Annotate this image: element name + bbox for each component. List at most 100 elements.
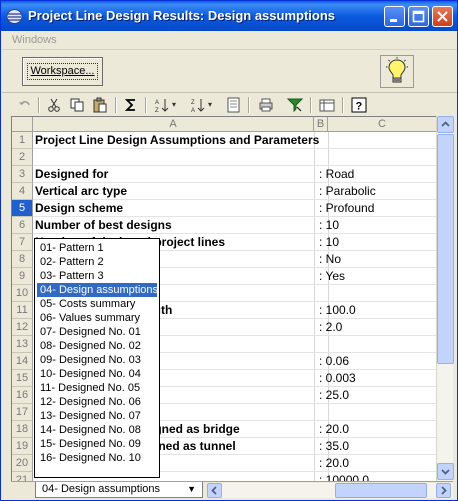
column-header-a[interactable]: A xyxy=(33,117,314,132)
cell-parameter-value[interactable]: : 2.0 xyxy=(319,319,342,336)
horizontal-scroll-thumb[interactable] xyxy=(335,483,427,498)
cell-parameter-value[interactable]: : Parabolic xyxy=(319,183,376,200)
dropdown-option[interactable]: 10- Designed No. 04 xyxy=(37,367,157,381)
cell-parameter-value[interactable]: : Yes xyxy=(319,268,345,285)
app-icon[interactable] xyxy=(6,8,23,25)
cell-parameter-value[interactable]: : 100.0 xyxy=(319,302,356,319)
sheet-dropdown-list[interactable]: 01- Pattern 1 02- Pattern 2 03- Pattern 30… xyxy=(34,238,160,478)
dropdown-option[interactable]: 16- Designed No. 10 xyxy=(37,451,157,465)
copy-icon[interactable] xyxy=(69,97,85,113)
row-header[interactable]: 4 xyxy=(12,183,33,200)
dropdown-option[interactable]: 15- Designed No. 09 xyxy=(37,437,157,451)
filter-icon[interactable] xyxy=(287,97,303,113)
row-header[interactable]: 7 xyxy=(12,234,33,251)
print-icon[interactable] xyxy=(258,97,274,113)
sum-icon[interactable] xyxy=(123,97,139,113)
row-header[interactable]: 17 xyxy=(12,404,33,421)
undo-icon[interactable] xyxy=(17,97,33,113)
row-header[interactable]: 11 xyxy=(12,302,33,319)
row-header[interactable]: 18 xyxy=(12,421,33,438)
row-header[interactable]: 16 xyxy=(12,387,33,404)
scroll-right-button[interactable] xyxy=(436,483,451,498)
row-header[interactable]: 3 xyxy=(12,166,33,183)
paste-icon[interactable] xyxy=(92,97,108,113)
row-header[interactable]: 5 xyxy=(12,200,33,217)
dropdown-option[interactable]: 13- Designed No. 07 xyxy=(37,409,157,423)
row-header[interactable]: 21 xyxy=(12,472,33,481)
minimize-button[interactable] xyxy=(384,6,405,27)
dropdown-option[interactable]: 01- Pattern 1 xyxy=(37,241,157,255)
dropdown-option[interactable]: 05- Costs summary xyxy=(37,297,157,311)
dropdown-option[interactable]: 09- Designed No. 03 xyxy=(37,353,157,367)
cell-parameter-name[interactable]: Project Line Design Assumptions and Para… xyxy=(35,132,319,149)
dropdown-option[interactable]: 03- Pattern 3 xyxy=(37,269,157,283)
help-icon[interactable]: ? xyxy=(351,97,367,113)
table-row[interactable]: Project Line Design Assumptions and Para… xyxy=(33,132,436,149)
workspace-button[interactable]: Workspace... xyxy=(22,57,103,86)
cell-parameter-name[interactable]: Vertical arc type xyxy=(35,183,127,200)
row-header[interactable]: 13 xyxy=(12,336,33,353)
cut-icon[interactable] xyxy=(46,97,62,113)
table-row[interactable] xyxy=(33,149,436,166)
row-header[interactable]: 6 xyxy=(12,217,33,234)
table-row[interactable]: Designed for : Road xyxy=(33,166,436,183)
dropdown-option[interactable]: 02- Pattern 2 xyxy=(37,255,157,269)
cell-parameter-value[interactable]: : No xyxy=(319,251,341,268)
close-icon xyxy=(437,11,448,22)
cell-parameter-value[interactable]: : 25.0 xyxy=(319,387,349,404)
table-row[interactable]: Number of best designs : 10 xyxy=(33,217,436,234)
row-header[interactable]: 8 xyxy=(12,251,33,268)
sheet-selector-tab[interactable]: 04- Design assumptions ▼ xyxy=(35,482,203,498)
sort-descending-icon[interactable]: ZA xyxy=(190,97,206,113)
close-button[interactable] xyxy=(432,6,453,27)
horizontal-scrollbar[interactable] xyxy=(207,483,453,498)
dropdown-option[interactable]: 14- Designed No. 08 xyxy=(37,423,157,437)
maximize-button[interactable] xyxy=(408,6,429,27)
cell-parameter-value[interactable]: : Profound xyxy=(319,200,374,217)
dropdown-option[interactable]: 07- Designed No. 01 xyxy=(37,325,157,339)
dropdown-option[interactable]: 12- Designed No. 06 xyxy=(37,395,157,409)
row-header[interactable]: 10 xyxy=(12,285,33,302)
row-header[interactable]: 20 xyxy=(12,455,33,472)
row-header[interactable]: 19 xyxy=(12,438,33,455)
menu-windows[interactable]: Windows xyxy=(12,34,57,46)
cell-parameter-value[interactable]: : 20.0 xyxy=(319,421,349,438)
cell-parameter-value[interactable]: : 0.06 xyxy=(319,353,349,370)
dropdown-option[interactable]: 04- Design assumptions xyxy=(37,283,158,297)
table-row[interactable]: Design scheme : Profound xyxy=(33,200,436,217)
scroll-thumb[interactable] xyxy=(437,134,454,364)
scroll-down-button[interactable] xyxy=(437,463,454,480)
cell-parameter-value[interactable]: : 0.003 xyxy=(319,370,356,387)
row-header[interactable]: 12 xyxy=(12,319,33,336)
scroll-up-button[interactable] xyxy=(437,116,454,133)
row-header[interactable]: 15 xyxy=(12,370,33,387)
row-header[interactable]: 2 xyxy=(12,149,33,166)
vertical-scrollbar[interactable] xyxy=(436,116,454,481)
cell-parameter-name[interactable]: Number of best designs xyxy=(35,217,172,234)
corner-header[interactable] xyxy=(12,117,33,132)
row-header[interactable]: 14 xyxy=(12,353,33,370)
cell-parameter-value[interactable]: : 20.0 xyxy=(319,455,349,472)
title-bar[interactable]: Project Line Design Results: Design assu… xyxy=(1,1,457,31)
dropdown-option[interactable]: 11- Designed No. 05 xyxy=(37,381,157,395)
scroll-left-button[interactable] xyxy=(207,483,222,498)
dropdown-option[interactable]: 08- Designed No. 02 xyxy=(37,339,157,353)
column-header-b[interactable]: B xyxy=(314,117,328,132)
row-header[interactable]: 1 xyxy=(12,132,33,149)
cell-parameter-value[interactable]: : 10000.0 xyxy=(319,472,369,481)
table-row[interactable]: Vertical arc type : Parabolic xyxy=(33,183,436,200)
dropdown-option[interactable]: 06- Values summary xyxy=(37,311,157,325)
cell-parameter-name[interactable]: Designed for xyxy=(35,166,108,183)
arrow-right-icon xyxy=(441,486,447,495)
column-header-c[interactable]: C xyxy=(328,117,436,132)
sheet-properties-icon[interactable] xyxy=(226,97,242,113)
sort-ascending-icon[interactable]: AZ xyxy=(154,97,170,113)
cell-parameter-value[interactable]: : 10 xyxy=(319,234,339,251)
tip-button[interactable] xyxy=(380,55,414,88)
cell-parameter-name[interactable]: Design scheme xyxy=(35,200,123,217)
cell-parameter-value[interactable]: : 35.0 xyxy=(319,438,349,455)
cell-parameter-value[interactable]: : Road xyxy=(319,166,354,183)
row-header[interactable]: 9 xyxy=(12,268,33,285)
cell-parameter-value[interactable]: : 10 xyxy=(319,217,339,234)
sheet-list-icon[interactable] xyxy=(319,97,335,113)
